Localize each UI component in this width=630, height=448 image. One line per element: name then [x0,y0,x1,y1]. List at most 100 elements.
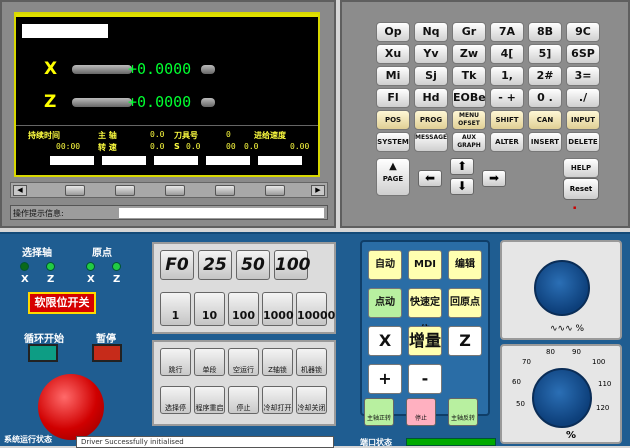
key-4-2[interactable]: MENU OFSET [452,110,486,130]
mode-button-5[interactable]: 回原点 [448,288,482,318]
pause-button[interactable] [92,344,122,362]
mode-button-8[interactable]: Z [448,326,482,356]
cycle-start-button[interactable] [28,344,58,362]
mode-button-9[interactable]: + [368,364,402,394]
key-5-2[interactable]: AUX GRAPH [452,132,486,152]
message-field [119,208,324,218]
key-3-1[interactable]: Hd [414,88,448,108]
function-button-2[interactable]: 停止 [228,386,259,414]
step-button-3[interactable]: 1000 [262,292,294,326]
speed-label: 转 速 [98,143,117,152]
softkey-5[interactable] [265,185,285,196]
function-button-3[interactable]: Z轴锁 [262,348,293,376]
step-button-2[interactable]: 100 [228,292,259,326]
key-0-2[interactable]: Gr [452,22,486,42]
feed-value: 0.00 [290,142,310,151]
feed-button-3[interactable]: 100 [274,250,311,280]
key-5-1[interactable]: MESSAGE [414,132,448,152]
key-1-3[interactable]: 4[ [490,44,524,64]
step-button-1[interactable]: 10 [194,292,225,326]
key-1-1[interactable]: Yv [414,44,448,64]
mode-button-10[interactable]: - [408,364,442,394]
key-2-3[interactable]: 1, [490,66,524,86]
help-key[interactable]: HELP [563,158,599,178]
key-2-4[interactable]: 2# [528,66,562,86]
softkey-4[interactable] [215,185,235,196]
soft-limit-switch[interactable]: 软限位开关 [28,292,96,314]
key-2-2[interactable]: Tk [452,66,486,86]
key-1-5[interactable]: 6SP [566,44,600,64]
key-0-4[interactable]: 8B [528,22,562,42]
key-4-4[interactable]: CAN [528,110,562,130]
softkey-2[interactable] [115,185,135,196]
reset-key[interactable]: Reset [563,178,599,200]
mode-button-4[interactable]: 快速定位 [408,288,442,336]
key-2-5[interactable]: 3= [566,66,600,86]
key-3-2[interactable]: EOBe [452,88,486,108]
feed-button-0[interactable]: F0 [160,250,194,280]
key-5-0[interactable]: SYSTEM [376,132,410,152]
key-2-0[interactable]: Mi [376,66,410,86]
softkey-3[interactable] [165,185,185,196]
mode-button-2[interactable]: 编辑 [448,250,482,280]
step-button-4[interactable]: 10000 [296,292,335,326]
key-3-3[interactable]: - + [490,88,524,108]
feed-override-knob[interactable] [532,368,592,428]
mode-button-7[interactable]: 增量 [408,326,442,356]
key-0-5[interactable]: 9C [566,22,600,42]
key-0-3[interactable]: 7A [490,22,524,42]
key-4-0[interactable]: POS [376,110,410,130]
mode-button-6[interactable]: X [368,326,402,356]
step-button-0[interactable]: 1 [160,292,191,326]
key-5-4[interactable]: INSERT [528,132,562,152]
emergency-stop-button[interactable] [38,374,104,440]
key-5-5[interactable]: DELETE [566,132,600,152]
key-4-1[interactable]: PROG [414,110,448,130]
mode-button-1[interactable]: MDI [408,250,442,280]
mode-button-3[interactable]: 点动 [368,288,402,318]
keypad-panel: Op Nq Gr 7A 8B 9C Xu Yv Zw 4[5] 6SP Mi Sj Tk 1, 2# 3= Fl H… [340,0,630,228]
key-3-5[interactable]: ./ [566,88,600,108]
key-0-0[interactable]: Op [376,22,410,42]
spindle-override-knob[interactable] [534,260,590,316]
key-4-5[interactable]: INPUT [566,110,600,130]
key-2-1[interactable]: Sj [414,66,448,86]
function-button-3[interactable]: 冷却打开 [262,386,293,414]
spindle-button-0[interactable]: 主轴正转 [364,398,394,426]
key-1-2[interactable]: Zw [452,44,486,64]
function-button-4[interactable]: 冷却关闭 [296,386,327,414]
spindle-button-1[interactable]: 停止 [406,398,436,426]
key-1-4[interactable]: 5] [528,44,562,64]
feed-button-1[interactable]: 25 [198,250,232,280]
page-key[interactable]: ▲ PAGE [376,158,410,196]
mode-button-0[interactable]: 自动 [368,250,402,280]
cursor-up-key[interactable]: ⬆ [450,158,474,175]
key-0-1[interactable]: Nq [414,22,448,42]
key-1-0[interactable]: Xu [376,44,410,64]
key-3-0[interactable]: Fl [376,88,410,108]
cursor-right-key[interactable]: ➡ [482,170,506,187]
softkey-left-arrow[interactable]: ◀ [13,185,27,196]
softkey-1[interactable] [65,185,85,196]
axis-z-value: +0.0000 [128,93,192,111]
function-button-1[interactable]: 程序重启 [194,386,225,414]
soft-label-box-1 [50,156,94,165]
cursor-down-key[interactable]: ⬇ [450,178,474,195]
cursor-left-key[interactable]: ⬅ [418,170,442,187]
axis-x-value: +0.0000 [128,60,192,78]
key-4-3[interactable]: SHIFT [490,110,524,130]
feed-button-2[interactable]: 50 [236,250,270,280]
function-button-0[interactable]: 选择停 [160,386,191,414]
axis-x-label: X [44,59,58,79]
function-button-1[interactable]: 单段 [194,348,225,376]
key-3-4[interactable]: 0 . [528,88,562,108]
soft-label-box-5 [258,156,302,165]
spindle-button-2[interactable]: 主轴反转 [448,398,478,426]
axis-z-label: Z [44,92,57,112]
softkey-right-arrow[interactable]: ▶ [311,185,325,196]
key-5-3[interactable]: ALTER [490,132,524,152]
function-button-0[interactable]: 跳行 [160,348,191,376]
home-x-text: X [87,274,95,285]
function-button-2[interactable]: 空运行 [228,348,259,376]
function-button-4[interactable]: 机器锁 [296,348,327,376]
